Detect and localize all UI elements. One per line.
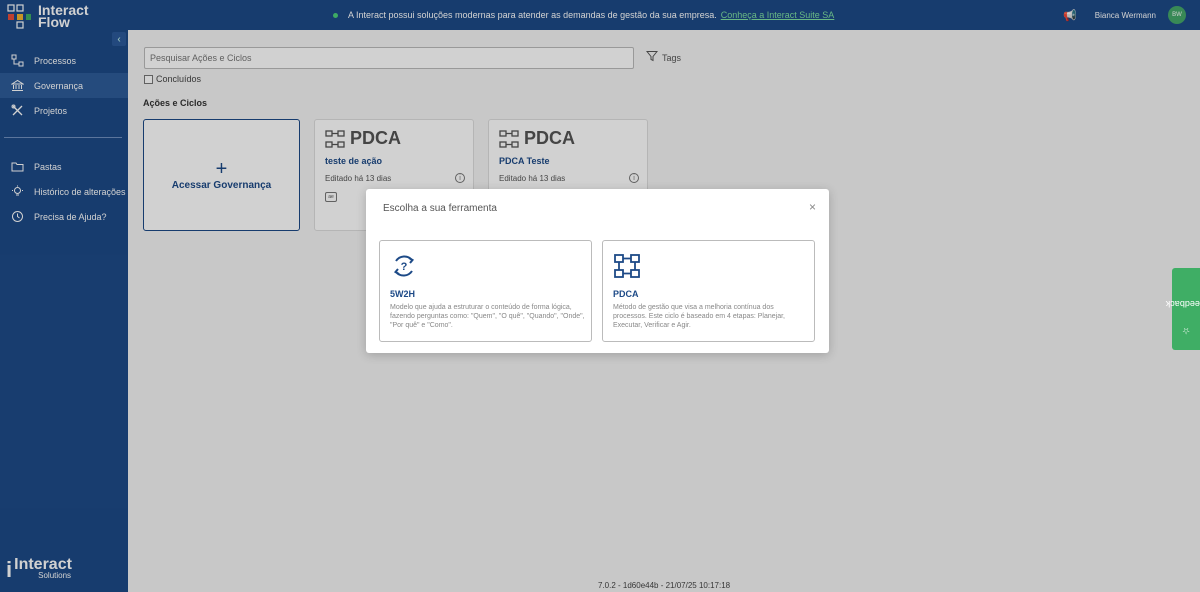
- tool-description: Método de gestão que visa a melhoria con…: [613, 304, 785, 329]
- tool-option-pdca[interactable]: PDCA Método de gestão que visa a melhori…: [602, 240, 815, 342]
- modal-title: Escolha a sua ferramenta: [383, 203, 497, 214]
- svg-text:?: ?: [401, 261, 408, 273]
- tool-name: PDCA: [613, 289, 639, 299]
- feedback-button[interactable]: ☆ Feedback: [1166, 268, 1200, 350]
- tool-name: 5W2H: [390, 289, 416, 299]
- feedback-label: Feedback: [1165, 298, 1200, 309]
- pdca-icon: [613, 252, 641, 285]
- star-icon: ☆: [1181, 325, 1191, 336]
- choose-tool-modal: Escolha a sua ferramenta × ? 5W2H Modelo…: [366, 189, 829, 353]
- tool-option-5w2h[interactable]: ? 5W2H Modelo que ajuda a estruturar o c…: [379, 240, 592, 342]
- cycle-question-icon: ?: [390, 252, 418, 285]
- close-icon[interactable]: ×: [809, 200, 816, 214]
- tool-description: Modelo que ajuda a estruturar o conteúdo…: [390, 304, 585, 329]
